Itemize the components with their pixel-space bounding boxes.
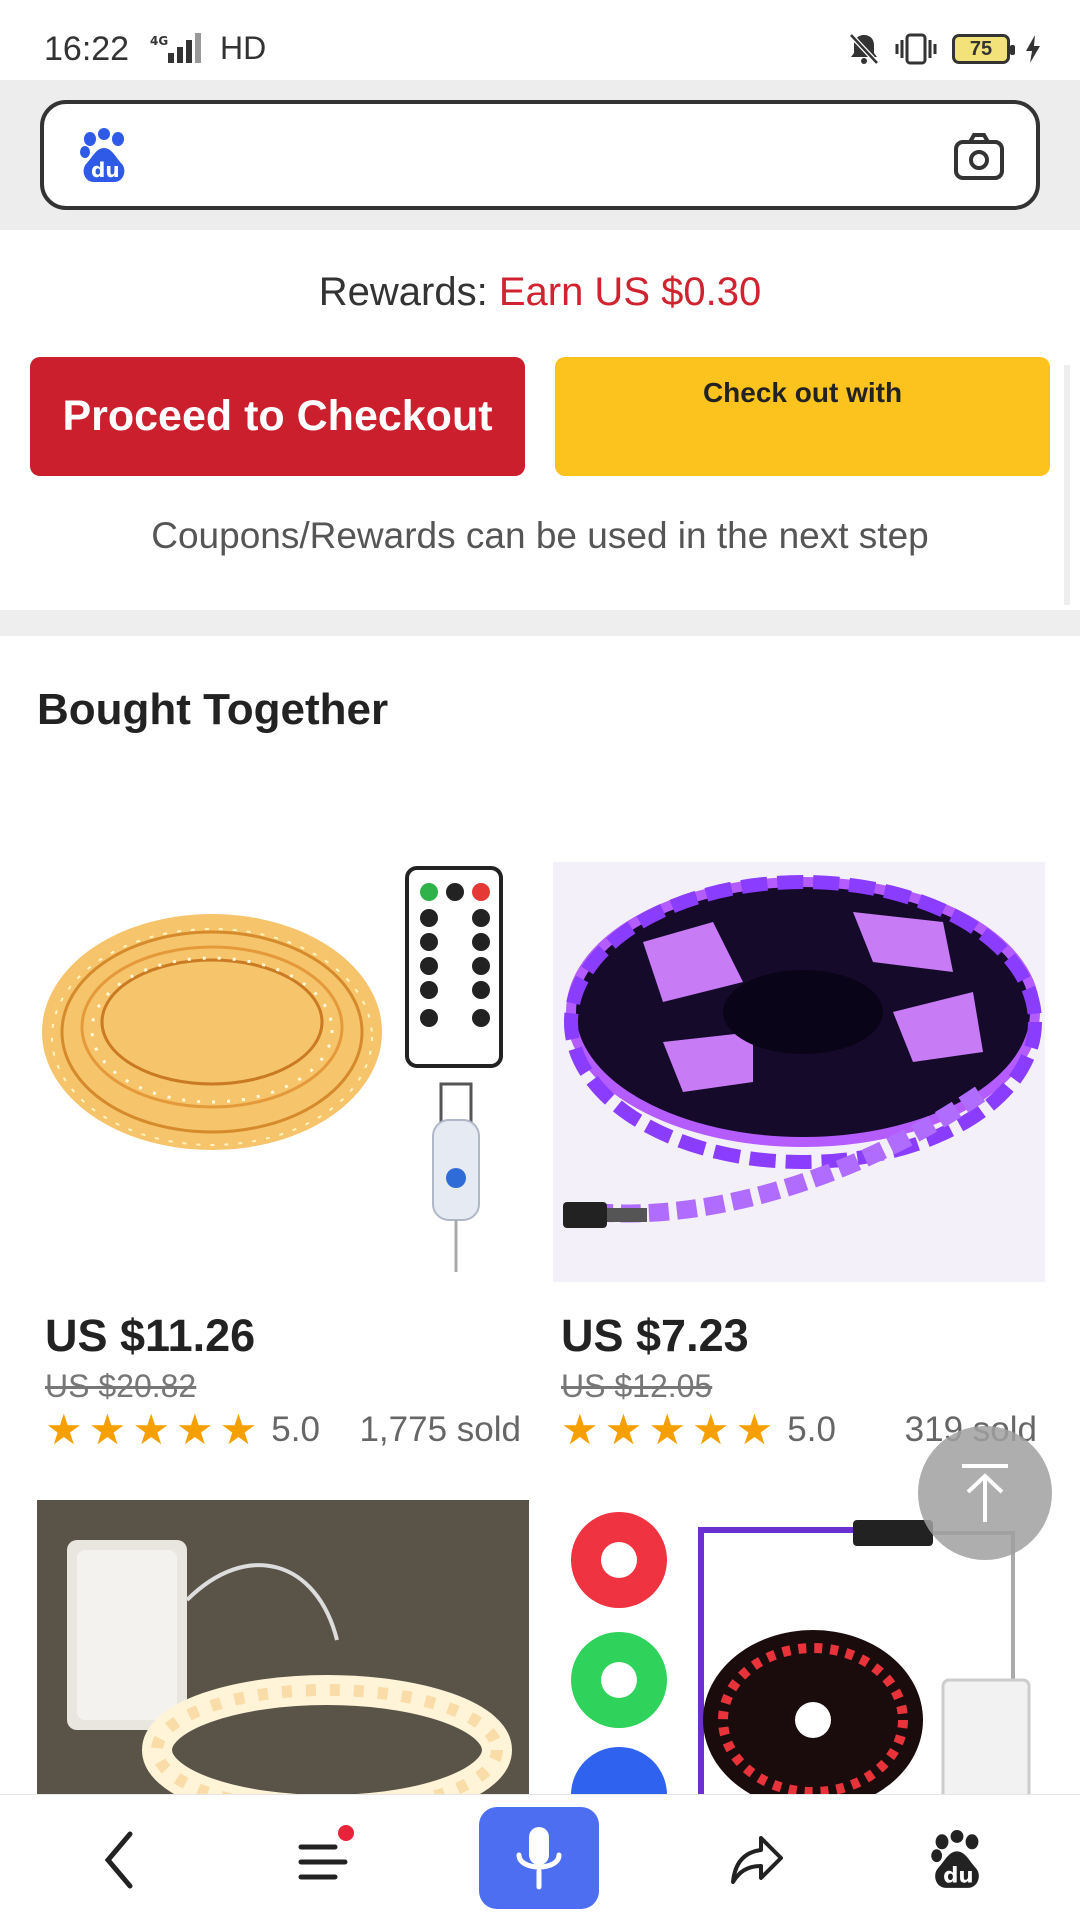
product-original-price: US $20.82 xyxy=(45,1368,197,1404)
star-icon: ★ xyxy=(735,1406,774,1453)
share-icon xyxy=(731,1836,783,1884)
bottom-nav-bar: du xyxy=(0,1794,1080,1920)
product-price: US $11.26 xyxy=(45,1310,256,1361)
star-icon: ★ xyxy=(604,1406,643,1453)
star-icon: ★ xyxy=(561,1406,599,1453)
section-divider xyxy=(0,610,1080,636)
star-icon: ★ xyxy=(175,1406,214,1453)
charging-icon xyxy=(1026,35,1040,63)
star-icon: ★ xyxy=(219,1406,258,1453)
notification-dot xyxy=(338,1825,354,1841)
coupon-note: Coupons/Rewards can be used in the next … xyxy=(151,515,929,556)
status-bar: 16:22 4G HD 75 xyxy=(0,0,1080,80)
hd-indicator: HD xyxy=(220,29,267,66)
rating-value: 5.0 xyxy=(271,1410,320,1449)
scroll-indicator xyxy=(1064,365,1070,605)
product-card[interactable] xyxy=(37,1500,529,1800)
star-icon: ★ xyxy=(88,1406,127,1453)
rating-row: ★ ★ ★ ★ ★ 5.0 1,775 sold xyxy=(37,1409,529,1451)
svg-text:4G: 4G xyxy=(150,34,168,48)
menu-button[interactable] xyxy=(288,1825,358,1895)
svg-text:du: du xyxy=(943,1864,974,1889)
product-card[interactable]: US $7.23 US $12.05 ★★★★★ 5.0 319 sold xyxy=(553,862,1045,1451)
search-area: du xyxy=(0,80,1080,230)
star-icon: ★ xyxy=(691,1406,730,1453)
battery-indicator: 75 xyxy=(952,34,1015,64)
baidu-logo-icon[interactable]: du xyxy=(78,128,130,184)
network-indicator: 4G HD xyxy=(148,28,266,68)
section-title: Bought Together xyxy=(37,685,389,734)
share-button[interactable] xyxy=(722,1825,792,1895)
rating-value: 5.0 xyxy=(787,1410,836,1449)
sold-count: 1,775 sold xyxy=(359,1410,521,1449)
product-original-price: US $12.05 xyxy=(561,1368,713,1404)
mic-icon xyxy=(516,1827,562,1890)
product-image[interactable] xyxy=(37,1500,529,1800)
star-icon: ★ xyxy=(132,1406,170,1453)
status-right: 75 xyxy=(848,32,1042,66)
rewards-label: Rewards: xyxy=(318,270,499,314)
product-card[interactable]: US $11.26 US $20.82 ★ ★ ★ ★ ★ 5.0 1,775 sold xyxy=(37,862,529,1451)
back-to-top-icon xyxy=(962,1464,1008,1522)
star-icon: ★ xyxy=(648,1406,686,1453)
product-price: US $7.23 xyxy=(561,1310,749,1361)
voice-search-button[interactable] xyxy=(479,1807,599,1909)
vibrate-icon xyxy=(895,33,937,65)
signal-icon: 4G xyxy=(150,33,201,63)
camera-icon[interactable] xyxy=(952,130,1006,184)
star-rating: ★ ★ ★ ★ ★ xyxy=(561,1409,773,1451)
rewards-value: Earn US $0.30 xyxy=(498,270,762,314)
back-icon xyxy=(104,1831,133,1889)
star-icon: ★ xyxy=(45,1406,83,1453)
status-time: 16:22 xyxy=(44,30,130,68)
paypal-checkout-button[interactable]: Check out with xyxy=(555,357,1050,476)
baidu-paw-icon: du xyxy=(931,1830,979,1889)
product-image[interactable] xyxy=(37,862,529,1282)
proceed-to-checkout-button[interactable]: Proceed to Checkout xyxy=(30,357,525,476)
baidu-home-button[interactable]: du xyxy=(922,1825,992,1895)
rewards-line: Rewards: Earn US $0.30 xyxy=(0,270,1080,315)
search-input[interactable]: du xyxy=(40,100,1040,210)
product-image[interactable] xyxy=(553,862,1045,1282)
back-to-top-button[interactable] xyxy=(918,1426,1052,1560)
menu-icon xyxy=(298,1844,348,1880)
star-rating: ★ ★ ★ ★ ★ xyxy=(45,1409,257,1451)
back-button[interactable] xyxy=(85,1825,155,1895)
svg-text:du: du xyxy=(91,158,120,182)
silent-bell-icon xyxy=(849,33,879,65)
